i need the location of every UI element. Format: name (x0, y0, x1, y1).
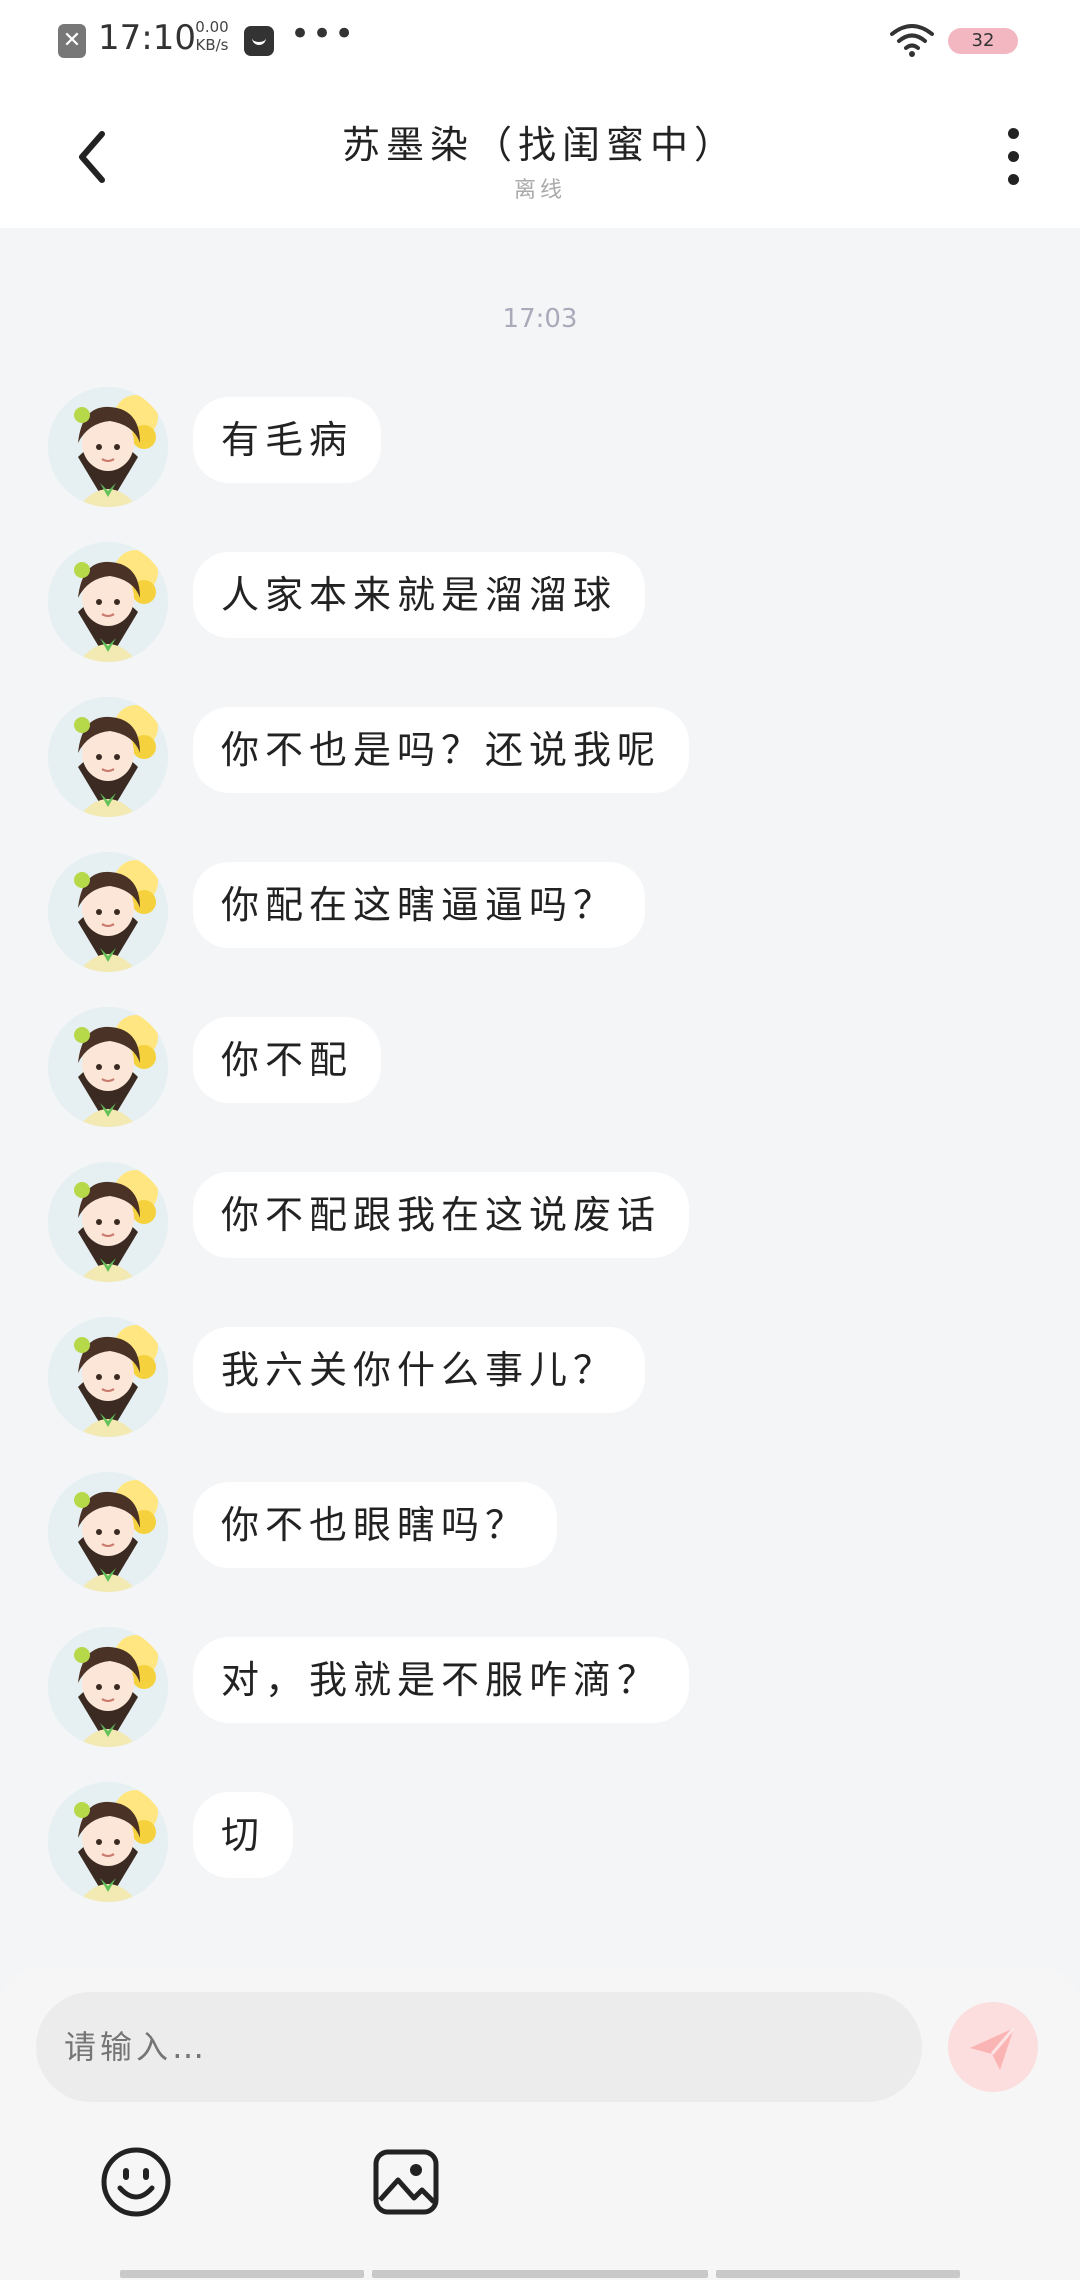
message-row: 你不也是吗？还说我呢 (48, 697, 1048, 817)
send-button[interactable] (948, 2002, 1038, 2092)
message-list[interactable]: 17:03 有毛病 人家本来就是溜溜球 你不也是吗？还说我呢 你配在这瞎逼逼吗？… (0, 228, 1080, 1968)
notification-close-icon: ✕ (58, 24, 86, 58)
emoji-icon[interactable] (98, 2144, 174, 2220)
message-row: 我六关你什么事儿？ (48, 1317, 1048, 1437)
network-speed-value: 0.00 (195, 18, 229, 36)
more-vertical-icon[interactable] (996, 124, 1032, 190)
avatar[interactable] (48, 1162, 168, 1282)
send-icon (970, 2027, 1016, 2070)
message-row: 你配在这瞎逼逼吗？ (48, 852, 1048, 972)
message-timestamp: 17:03 (502, 304, 578, 334)
wifi-icon (890, 24, 934, 57)
status-bar: ✕ 17:10 0.00 KB/s ••• 32 (0, 0, 1080, 80)
message-bubble[interactable]: 我六关你什么事儿？ (193, 1327, 646, 1413)
message-bubble[interactable]: 你不也是吗？还说我呢 (193, 707, 690, 793)
message-bubble[interactable]: 你不配 (193, 1017, 382, 1103)
message-row: 人家本来就是溜溜球 (48, 542, 1048, 662)
message-bubble[interactable]: 有毛病 (193, 397, 382, 483)
network-speed: 0.00 KB/s (182, 18, 242, 54)
more-notifications-icon: ••• (290, 14, 357, 54)
message-row: 你不配跟我在这说废话 (48, 1162, 1048, 1282)
message-bubble[interactable]: 你配在这瞎逼逼吗？ (193, 862, 646, 948)
avatar[interactable] (48, 1782, 168, 1902)
input-panel (0, 1968, 1080, 2280)
avatar[interactable] (48, 387, 168, 507)
avatar[interactable] (48, 1007, 168, 1127)
contact-name: 苏墨染（找闺蜜中） (341, 123, 738, 167)
message-bubble[interactable]: 切 (193, 1792, 294, 1878)
avatar[interactable] (48, 697, 168, 817)
avatar[interactable] (48, 1472, 168, 1592)
chat-header: 苏墨染（找闺蜜中） 离线 (0, 80, 1080, 228)
message-row: 切 (48, 1782, 1048, 1902)
message-bubble[interactable]: 对，我就是不服咋滴？ (193, 1637, 690, 1723)
avatar[interactable] (48, 542, 168, 662)
avatar[interactable] (48, 852, 168, 972)
message-row: 你不配 (48, 1007, 1048, 1127)
message-row: 你不也眼瞎吗？ (48, 1472, 1048, 1592)
app-notification-icon (244, 26, 274, 56)
nav-bar (0, 2268, 1080, 2280)
message-row: 对，我就是不服咋滴？ (48, 1627, 1048, 1747)
contact-status: 离线 (513, 178, 566, 203)
avatar[interactable] (48, 1627, 168, 1747)
message-bubble[interactable]: 人家本来就是溜溜球 (193, 552, 646, 638)
avatar[interactable] (48, 1317, 168, 1437)
message-bubble[interactable]: 你不配跟我在这说废话 (193, 1172, 690, 1258)
message-input[interactable] (36, 1992, 922, 2102)
network-speed-unit: KB/s (195, 36, 229, 54)
message-bubble[interactable]: 你不也眼瞎吗？ (193, 1482, 558, 1568)
message-row: 有毛病 (48, 387, 1048, 507)
image-icon[interactable] (368, 2144, 444, 2220)
battery-indicator: 32 (948, 28, 1018, 54)
